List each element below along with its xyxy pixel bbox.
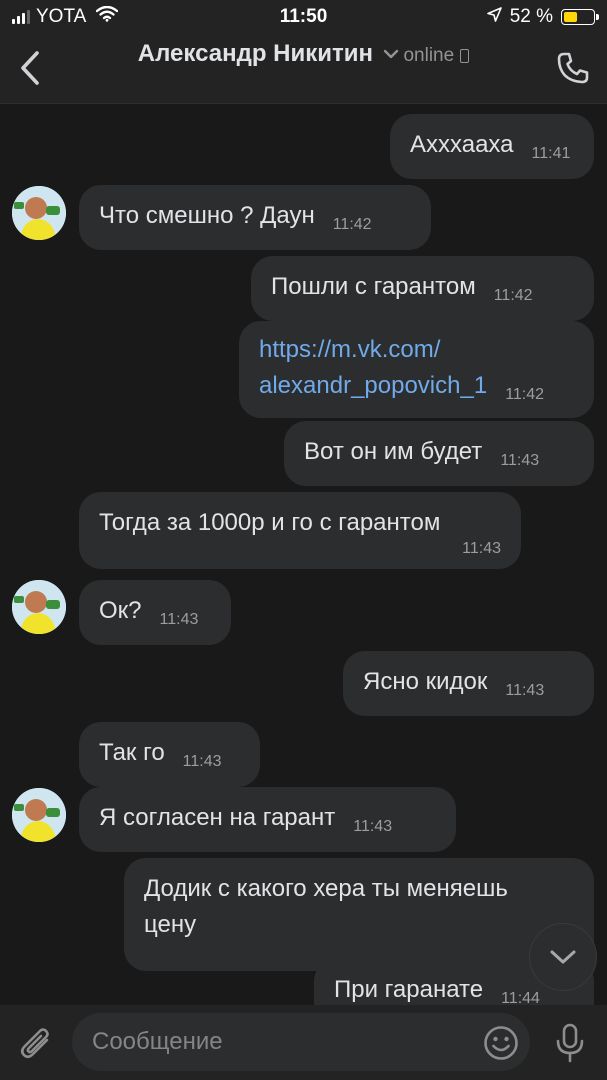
message-incoming[interactable]: Что смешно ? Даун 11:42 [79,185,431,250]
contact-name-row[interactable]: Александр Никитин [138,40,399,68]
message-outgoing[interactable]: Вот он им будет 11:43 [284,421,594,486]
message-time: 11 [144,941,574,961]
message-bubble: Ок? 11:43 [79,580,231,645]
message-text: Тогда за 1000р и го с гарантом [99,509,441,536]
chevron-down-icon [550,950,576,964]
phone-icon [557,52,589,84]
message-text: Додик с какого хера ты меняешь цену [144,875,508,938]
message-bubble: Ясно кидок 11:43 [343,651,594,716]
message-incoming[interactable]: Я согласен на гарант 11:43 [79,787,456,852]
battery-percent: 52 % [509,6,553,27]
avatar[interactable] [12,580,66,634]
message-bubble: Додик с какого хера ты меняешь цену 11 [124,858,594,971]
contact-status: online [403,45,455,66]
message-incoming[interactable]: Ок? 11:43 [79,580,231,645]
message-bubble: Ахххааха 11:41 [390,114,594,179]
message-text: Вот он им будет [304,438,483,465]
message-text: Я согласен на гарант [99,804,336,831]
chevron-down-icon [383,49,399,59]
chat-screen: YOTA 11:50 52 % Александр Никитин online… [0,0,607,1080]
message-incoming[interactable]: Так го 11:43 [79,722,260,787]
message-time: 11:43 [500,452,540,469]
message-list[interactable]: Ахххааха 11:41 Что смешно ? Даун 11:42 Пош… [0,105,607,1005]
contact-name: Александр Никитин [137,40,374,67]
message-text: Так го [99,739,165,766]
paperclip-icon [20,1028,49,1059]
message-outgoing[interactable]: Додик с какого хера ты меняешь цену 11 [124,858,594,971]
message-text: Пошли с гарантом [271,273,476,300]
message-input[interactable] [72,1013,530,1071]
message-time: 11:43 [462,540,501,557]
microphone-icon [556,1023,584,1063]
smile-icon [484,1026,518,1060]
message-text: Ахххааха [410,131,514,158]
message-time: 11:43 [182,753,222,770]
message-time: 11:42 [493,287,533,304]
avatar[interactable] [12,788,66,842]
message-outgoing[interactable]: Пошли с гарантом 11:42 [251,256,594,321]
message-time: 11:44 [501,990,540,1005]
message-bubble: Тогда за 1000р и го с гарантом 11:43 [79,492,521,569]
message-text: При гаранате [334,976,484,1003]
message-bubble: Вот он им будет 11:43 [284,421,594,486]
message-time: 11:42 [332,216,372,233]
message-text: Ясно кидок [363,668,488,695]
chat-header: Александр Никитин online [0,34,607,104]
voice-message-button[interactable] [548,1021,592,1065]
message-time: 11:42 [505,386,545,403]
composer [0,1005,607,1080]
avatar[interactable] [12,186,66,240]
message-outgoing[interactable]: Ахххааха 11:41 [390,114,594,179]
status-bar: YOTA 11:50 52 % [0,0,607,34]
message-bubble: Так го 11:43 [79,722,260,787]
call-button[interactable] [553,48,593,88]
message-bubble: Я согласен на гарант 11:43 [79,787,456,852]
message-time: 11:43 [159,611,199,628]
status-right: 52 % [486,6,599,28]
contact-status-row: online [403,45,470,67]
emoji-button[interactable] [481,1023,521,1063]
header-title-area[interactable]: Александр Никитин online [0,40,607,68]
message-incoming[interactable]: Тогда за 1000р и го с гарантом 11:43 [79,492,521,569]
message-outgoing[interactable]: Ясно кидок 11:43 [343,651,594,716]
message-text: Ок? [99,597,142,624]
message-text: Что смешно ? Даун [99,202,315,229]
message-time: 11:41 [531,145,571,162]
message-bubble: Пошли с гарантом 11:42 [251,256,594,321]
attach-button[interactable] [14,1021,58,1065]
battery-icon [561,9,599,25]
location-arrow-icon [486,6,502,28]
message-time: 11:43 [353,818,393,835]
mobile-phone-icon [460,49,470,63]
message-outgoing-link[interactable]: https://m.vk.com/ alexandr_popovich_1 11:… [239,321,594,418]
scroll-to-bottom-button[interactable] [529,923,597,991]
message-bubble: https://m.vk.com/ alexandr_popovich_1 11:… [239,321,594,418]
message-time: 11:43 [505,682,545,699]
message-bubble: Что смешно ? Даун 11:42 [79,185,431,250]
message-link[interactable]: https://m.vk.com/ alexandr_popovich_1 [259,336,487,399]
